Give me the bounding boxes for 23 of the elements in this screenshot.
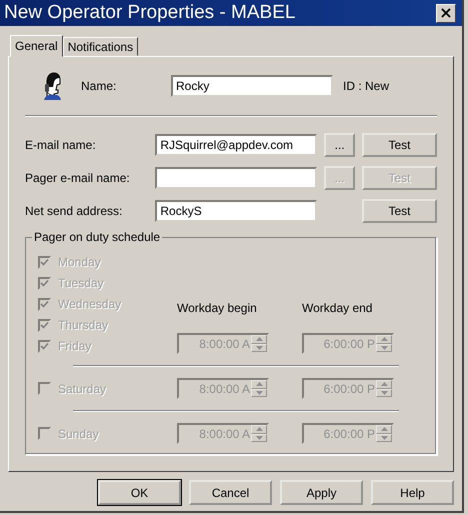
dialog-button[interactable]: Apply xyxy=(280,480,363,505)
tab[interactable]: Notifications xyxy=(62,37,138,56)
group-title: Pager on duty schedule xyxy=(32,230,162,244)
field-label: Net send address: xyxy=(25,204,124,218)
close-button[interactable]: × xyxy=(436,4,456,22)
input-field[interactable]: Rocky xyxy=(171,75,333,97)
field-label: E-mail name: xyxy=(25,138,97,152)
dialog-button[interactable]: Cancel xyxy=(189,480,272,505)
dialog-button[interactable]: OK xyxy=(98,480,181,505)
tab[interactable]: General xyxy=(10,35,63,57)
input-field[interactable]: RockyS xyxy=(155,200,318,222)
test-button[interactable]: Test xyxy=(362,199,437,223)
browse-button[interactable]: ... xyxy=(324,133,355,157)
test-button[interactable]: Test xyxy=(362,133,437,157)
field-label: Pager e-mail name: xyxy=(25,171,131,185)
dialog-button[interactable]: Help xyxy=(371,480,454,505)
window-title: New Operator Properties - MABEL xyxy=(4,2,296,24)
input-field[interactable]: RJSquirrel@appdev.com xyxy=(155,134,318,156)
column-label: Workday end xyxy=(302,301,374,315)
id-label: ID : New xyxy=(343,79,390,93)
field-label: Name: xyxy=(81,79,118,93)
operator-headset-icon xyxy=(43,72,61,100)
column-label: Workday begin xyxy=(177,301,258,315)
